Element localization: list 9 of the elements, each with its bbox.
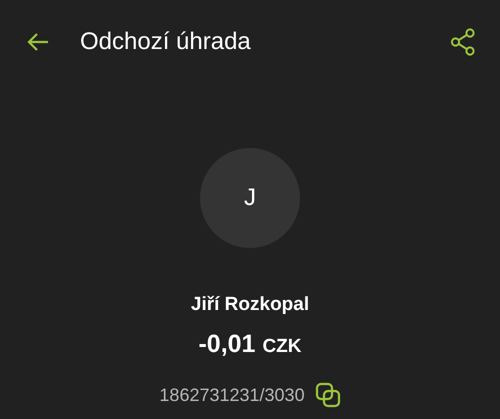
share-icon[interactable] — [450, 28, 476, 56]
back-arrow-icon[interactable] — [26, 32, 50, 52]
amount: -0,01 — [198, 330, 256, 359]
account-number: 1862731231/3030 — [159, 384, 305, 406]
payee-name: Jiří Rozkopal — [190, 294, 310, 316]
screen-title: Odchozí úhrada — [80, 28, 252, 56]
currency: CZK — [262, 336, 302, 358]
avatar-circle: J — [200, 148, 300, 248]
copy-icon[interactable] — [314, 382, 341, 408]
